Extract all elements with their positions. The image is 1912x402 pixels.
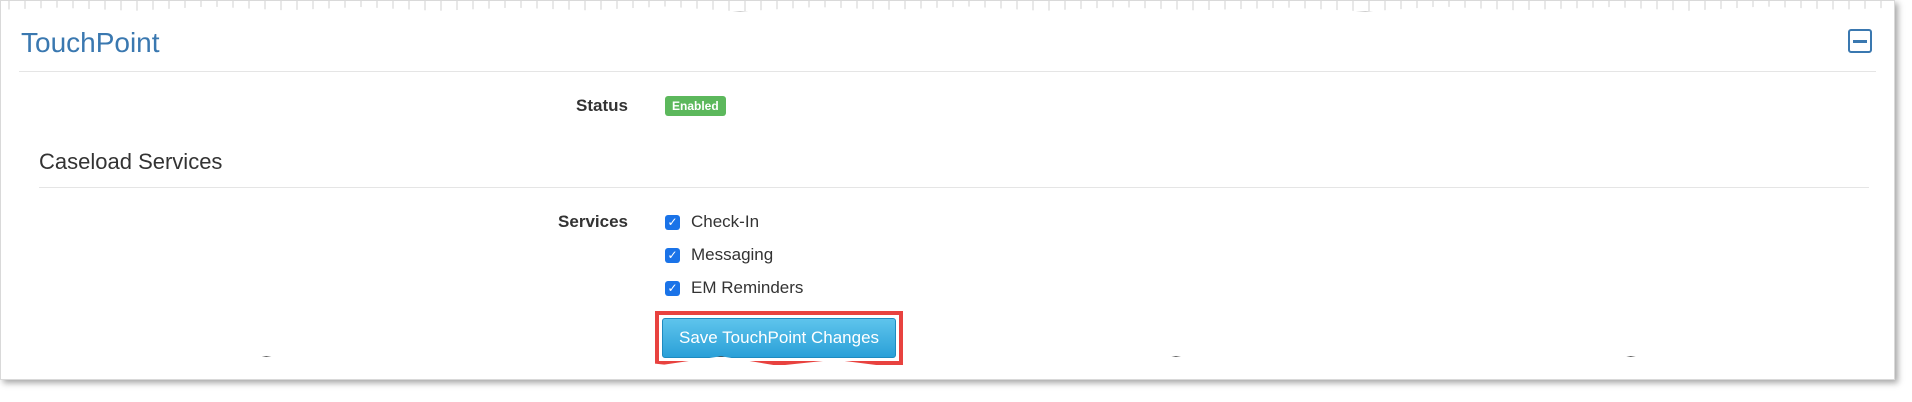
save-touchpoint-button[interactable]: Save TouchPoint Changes	[662, 318, 897, 358]
section-divider	[39, 187, 1869, 188]
panel-header: TouchPoint	[19, 23, 1876, 72]
services-label: Services	[558, 212, 628, 231]
checkbox-checked-icon[interactable]: ✓	[665, 280, 680, 296]
checkbox-checked-icon[interactable]: ✓	[665, 247, 680, 263]
save-button-highlight: Save TouchPoint Changes	[655, 311, 904, 365]
service-label: Check-In	[691, 212, 760, 231]
service-label: Messaging	[691, 245, 774, 264]
torn-bottom-edge	[1, 356, 1894, 379]
service-em-reminders[interactable]: ✓ EM Reminders	[665, 278, 803, 298]
panel-title: TouchPoint	[21, 27, 160, 58]
touchpoint-panel: TouchPoint Status Enabled Caseload Servi…	[0, 0, 1895, 380]
status-label: Status	[576, 96, 628, 115]
service-check-in[interactable]: ✓ Check-In	[665, 212, 759, 232]
service-label: EM Reminders	[691, 278, 804, 297]
checkbox-checked-icon[interactable]: ✓	[665, 214, 680, 230]
section-heading: Caseload Services	[39, 149, 223, 174]
collapse-icon[interactable]	[1848, 29, 1872, 53]
service-messaging[interactable]: ✓ Messaging	[665, 245, 773, 265]
minus-icon	[1853, 39, 1867, 43]
status-badge: Enabled	[665, 96, 726, 116]
torn-top-edge	[1, 1, 1894, 12]
